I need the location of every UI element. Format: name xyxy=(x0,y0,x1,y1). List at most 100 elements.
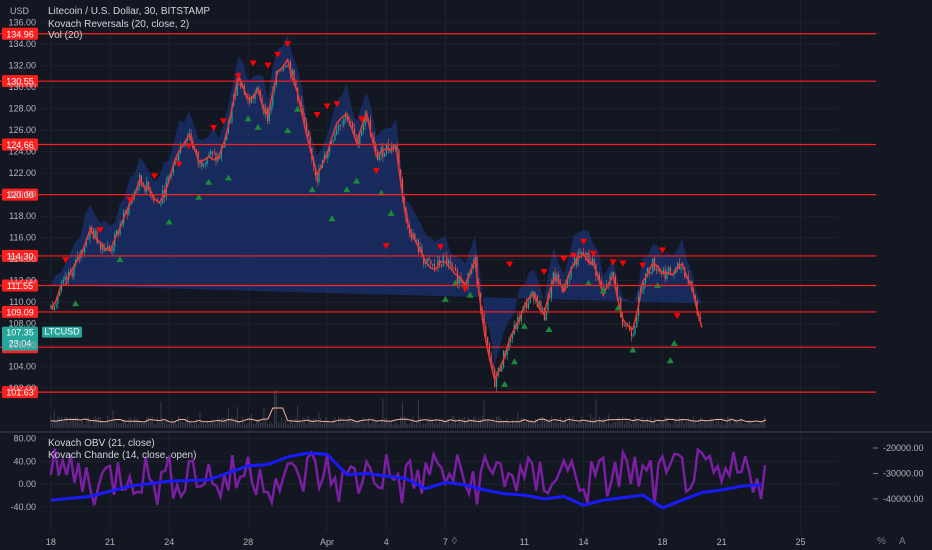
volume-bar xyxy=(691,420,693,428)
candle-body xyxy=(378,154,380,160)
volume-bar xyxy=(265,420,267,428)
candle-body xyxy=(549,296,551,298)
volume-bar xyxy=(371,419,373,428)
volume-bar xyxy=(700,417,702,428)
volume-bar xyxy=(158,422,160,428)
price-tick-label: 118.00 xyxy=(9,211,36,221)
volume-bar xyxy=(350,419,352,428)
price-tick-label: 136.00 xyxy=(8,18,36,28)
price-tick-label: 130.00 xyxy=(8,82,36,92)
volume-bar xyxy=(419,416,421,428)
candle-body xyxy=(307,130,309,137)
candle-body xyxy=(568,277,570,279)
volume-bar xyxy=(465,422,467,428)
volume-bar xyxy=(577,422,579,428)
volume-bar xyxy=(108,421,110,428)
price-tick-label: 110.00 xyxy=(9,297,36,307)
volume-bar xyxy=(119,423,121,428)
volume-bar xyxy=(583,422,585,428)
time-tick-label: 14 xyxy=(579,537,589,547)
volume-bar xyxy=(318,412,320,428)
sub-right-tick-label: -20000.00 xyxy=(883,443,924,453)
volume-bar xyxy=(570,420,572,428)
volume-bar xyxy=(148,416,150,428)
candle-body xyxy=(213,152,215,154)
volume-bar xyxy=(423,423,425,428)
volume-bar xyxy=(604,418,606,428)
volume-bar xyxy=(68,422,70,428)
volume-bar xyxy=(662,421,664,428)
candle-body xyxy=(270,105,272,111)
volume-bar xyxy=(320,417,322,428)
volume-bar xyxy=(80,421,82,428)
volume-bar xyxy=(520,417,522,428)
volume-bar xyxy=(460,420,462,428)
volume-bar xyxy=(543,418,545,428)
volume-bar xyxy=(611,422,613,428)
volume-bar xyxy=(359,420,361,428)
volume-bar xyxy=(607,414,609,428)
candle-body xyxy=(281,70,283,71)
price-tick-label: 126.00 xyxy=(8,125,36,135)
volume-bar xyxy=(304,418,306,428)
candle-body xyxy=(554,272,556,282)
candle-body xyxy=(428,258,430,261)
volume-bar xyxy=(424,423,426,428)
symbol-title[interactable]: Litecoin / U.S. Dollar, 30, BITSTAMP xyxy=(48,7,210,17)
volume-bar xyxy=(517,412,519,428)
volume-bar xyxy=(306,424,308,428)
volume-bar xyxy=(455,418,457,428)
volume-bar xyxy=(332,419,334,428)
volume-bar xyxy=(126,424,128,428)
volume-bar xyxy=(309,418,311,428)
volume-bar xyxy=(565,417,567,428)
indicator-vol-label[interactable]: Vol (20) xyxy=(48,31,82,41)
volume-bar xyxy=(675,419,677,428)
percent-scale-icon[interactable]: % xyxy=(877,536,886,547)
volume-bar xyxy=(563,419,565,428)
volume-bar xyxy=(598,416,600,428)
indicator-chande-label[interactable]: Kovach Chande (14, close, open) xyxy=(48,451,196,461)
volume-bar xyxy=(64,416,66,428)
volume-bar xyxy=(559,416,561,428)
volume-bar xyxy=(254,423,256,428)
auto-scale-icon[interactable]: A xyxy=(899,536,906,547)
volume-bar xyxy=(194,423,196,428)
reversal-band-area xyxy=(50,35,702,367)
candle-body xyxy=(71,272,73,277)
volume-bar xyxy=(250,413,252,428)
volume-bar xyxy=(719,423,721,428)
candle-body xyxy=(204,163,206,165)
volume-bar xyxy=(714,424,716,428)
volume-bar xyxy=(538,424,540,428)
volume-bar xyxy=(554,422,556,428)
indicator-obv-label[interactable]: Kovach OBV (21, close) xyxy=(48,439,155,449)
candle-body xyxy=(449,260,451,264)
volume-bar xyxy=(430,417,432,428)
volume-bar xyxy=(472,417,474,428)
volume-bar xyxy=(614,421,616,428)
volume-bar xyxy=(551,416,553,428)
volume-bar xyxy=(341,423,343,428)
candle-body xyxy=(352,122,354,129)
volume-bar xyxy=(456,424,458,428)
volume-bar xyxy=(556,420,558,428)
volume-bar xyxy=(149,419,151,428)
volume-bar xyxy=(172,421,174,428)
volume-bar xyxy=(732,424,734,428)
volume-bar xyxy=(300,421,302,428)
volume-bar xyxy=(224,418,226,428)
volume-bar xyxy=(400,416,402,428)
volume-bar xyxy=(187,416,189,428)
volume-bar xyxy=(98,416,100,428)
timezone-icon[interactable]: ◊ xyxy=(452,536,457,547)
volume-bar xyxy=(247,423,249,428)
price-chart[interactable]: 134.96130.55124.66120.00114.30111.55109.… xyxy=(0,0,932,550)
indicator-reversals-label[interactable]: Kovach Reversals (20, close, 2) xyxy=(48,20,189,30)
time-tick-label: 24 xyxy=(164,537,174,547)
price-tick-label: 102.00 xyxy=(8,383,36,393)
volume-bar xyxy=(346,420,348,428)
candle-body xyxy=(650,271,652,274)
volume-bar xyxy=(59,418,61,428)
volume-bar xyxy=(160,401,162,428)
